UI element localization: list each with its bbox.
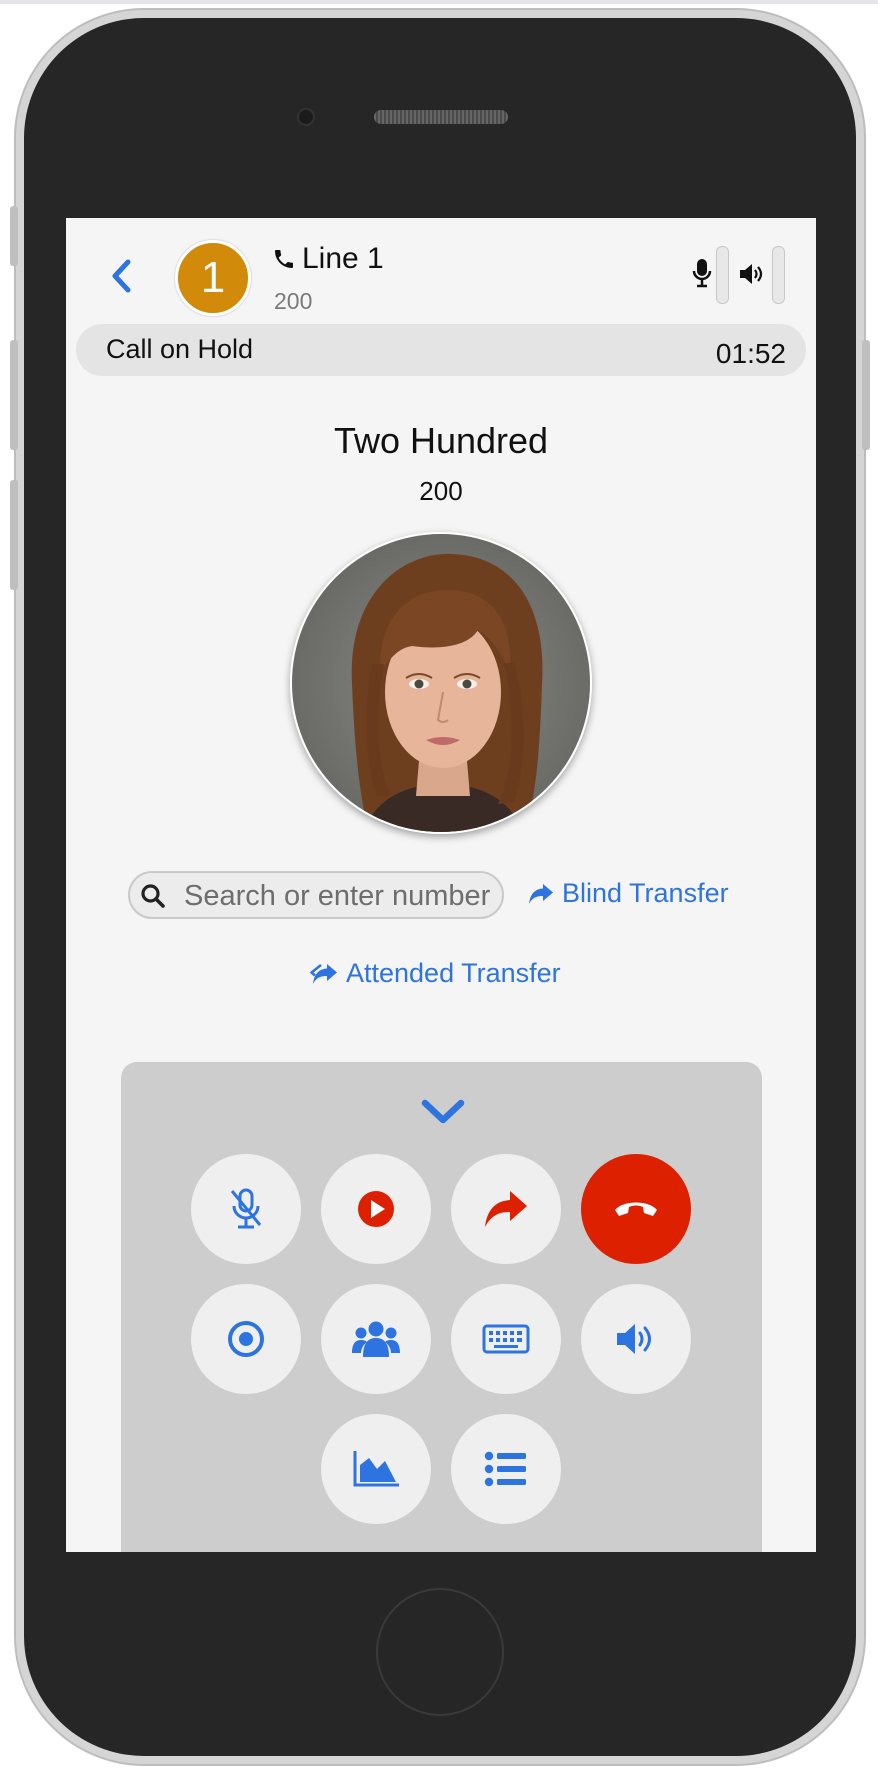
attended-transfer-label: Attended Transfer: [346, 958, 561, 988]
microphone-icon: [692, 259, 712, 288]
line-label: Line 1: [302, 242, 384, 275]
transfer-search-box[interactable]: [128, 871, 504, 919]
avatar-portrait: [292, 534, 590, 832]
caller-name: Two Hundred: [333, 420, 549, 461]
phone-screen: 1 Line 1 200 Call on Hold 01:52 Two Hund…: [66, 218, 816, 1552]
chevron-down-icon: [421, 1099, 465, 1124]
collapse-controls-button[interactable]: [421, 1098, 465, 1131]
phone-mute-switch: [10, 206, 18, 266]
call-status-bar: Call on Hold 01:52: [76, 324, 806, 376]
line-title: Line 1: [272, 242, 384, 276]
line-number-badge: 1: [175, 240, 251, 316]
search-icon: [141, 884, 165, 908]
keypad-icon: [482, 1324, 530, 1354]
speaker-icon: [617, 1324, 651, 1354]
call-controls-panel: [121, 1062, 762, 1552]
call-timer: 01:52: [715, 338, 786, 369]
caller-number: 200: [419, 476, 463, 506]
page: 1 Line 1 200 Call on Hold 01:52 Two Hund…: [0, 0, 878, 1774]
call-stats-button[interactable]: [321, 1414, 431, 1524]
keypad-button[interactable]: [451, 1284, 561, 1394]
phone-volume-up: [10, 340, 18, 450]
transfer-button[interactable]: [451, 1154, 561, 1264]
speaker-volume-icon: [740, 264, 763, 284]
caller-avatar: [290, 532, 592, 834]
phone-power-button: [862, 340, 870, 450]
record-button[interactable]: [191, 1284, 301, 1394]
transfer-search-input[interactable]: [184, 877, 494, 915]
speaker-button[interactable]: [581, 1284, 691, 1394]
call-status-text: Call on Hold: [106, 334, 254, 364]
call-header: 1 Line 1 200: [66, 218, 816, 322]
conference-button[interactable]: [321, 1284, 431, 1394]
call-details-button[interactable]: [451, 1414, 561, 1524]
home-button[interactable]: [376, 1588, 504, 1716]
forward-icon: [485, 1191, 527, 1227]
phone-volume-down: [10, 480, 18, 590]
resume-button[interactable]: [321, 1154, 431, 1264]
phone-icon: [275, 250, 293, 268]
earpiece-speaker: [374, 110, 508, 124]
end-call-button[interactable]: [581, 1154, 691, 1264]
list-icon: [484, 1451, 526, 1487]
mute-button[interactable]: [191, 1154, 301, 1264]
chevron-left-icon: [112, 259, 131, 293]
line-extension: 200: [274, 288, 313, 314]
share-arrow-icon: [529, 883, 553, 904]
mic-muted-icon: [230, 1188, 262, 1229]
speaker-level-meter: [772, 246, 785, 304]
attended-transfer-link[interactable]: Attended Transfer: [310, 958, 561, 989]
double-share-arrow-icon: [310, 963, 337, 984]
record-icon: [228, 1321, 264, 1357]
play-icon: [358, 1191, 394, 1227]
blind-transfer-link[interactable]: Blind Transfer: [528, 878, 729, 909]
blind-transfer-label: Blind Transfer: [562, 878, 729, 908]
hang-up-icon: [615, 1202, 657, 1216]
back-button[interactable]: [106, 256, 136, 296]
conference-icon: [352, 1321, 400, 1357]
window-top-edge: [0, 0, 878, 4]
stats-chart-icon: [353, 1451, 399, 1487]
mic-level-meter: [716, 246, 729, 304]
front-camera: [297, 108, 315, 126]
